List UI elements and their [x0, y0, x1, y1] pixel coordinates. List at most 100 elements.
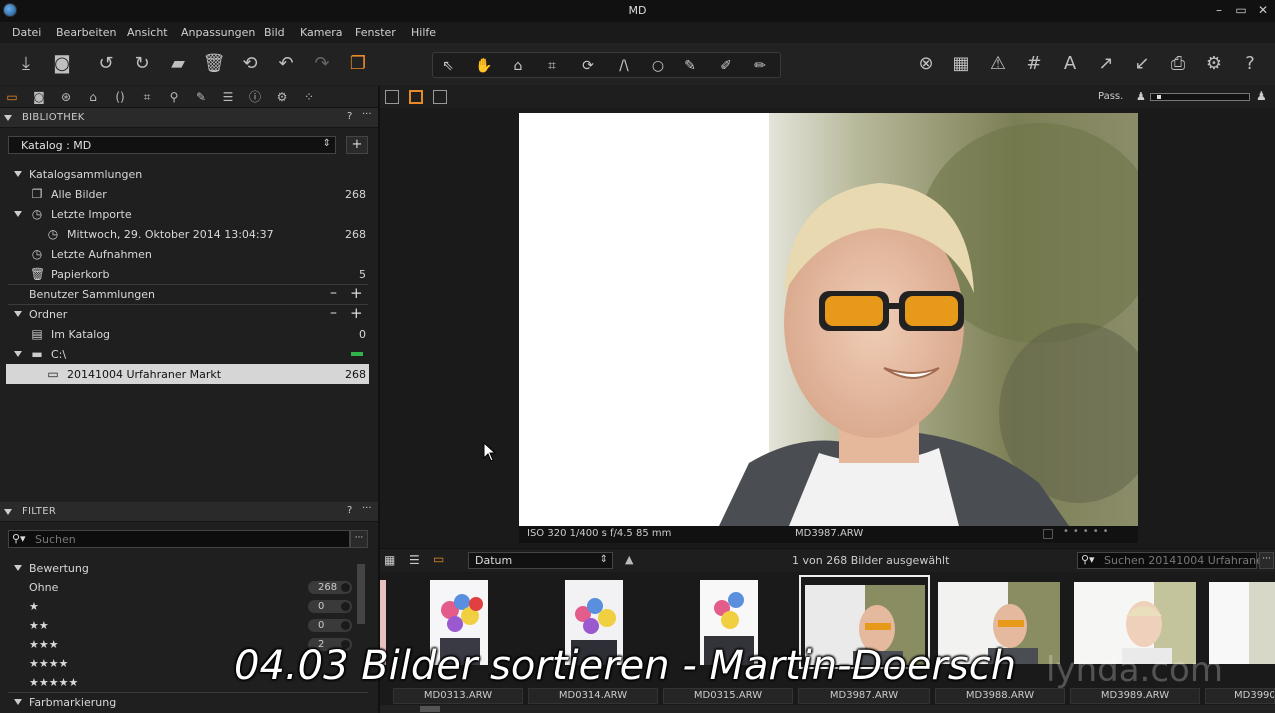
brush-icon[interactable]: ✎: [679, 56, 701, 76]
recent-captures-item[interactable]: ◷ Letzte Aufnahmen: [0, 244, 378, 264]
help-icon[interactable]: ?: [347, 505, 352, 516]
redo-icon[interactable]: ↷: [310, 52, 334, 76]
grid-icon[interactable]: #: [1022, 52, 1046, 76]
output-tab-icon[interactable]: ☰: [220, 89, 236, 105]
browser-search-input[interactable]: ⚲▾ Suchen 20141004 Urfahrane: [1077, 552, 1263, 569]
lens-tab-icon[interactable]: (): [112, 89, 128, 105]
spot-icon[interactable]: ○: [647, 56, 669, 76]
user-collections-group[interactable]: Benutzer Sammlungen – +: [0, 284, 378, 304]
import-icon[interactable]: ⤓: [14, 52, 38, 76]
trash-icon[interactable]: 🗑: [202, 52, 226, 76]
catalog-select[interactable]: Katalog : MD ⇕: [8, 136, 336, 154]
exposure-warning-icon[interactable]: ⚠: [986, 52, 1010, 76]
menu-hilfe[interactable]: Hilfe: [411, 26, 436, 39]
exposure-tab-icon[interactable]: ⌂: [85, 89, 101, 105]
menu-ansicht[interactable]: Ansicht: [127, 26, 168, 39]
filter-search-input[interactable]: ⚲▾ Suchen: [8, 530, 350, 548]
remove-folder-button[interactable]: –: [330, 305, 337, 321]
rating-row[interactable]: Ohne 268: [0, 577, 378, 597]
filter-header[interactable]: FILTER ? ···: [0, 502, 378, 522]
composition-tab-icon[interactable]: ⌗: [139, 89, 155, 105]
annotate-icon[interactable]: ✏: [749, 56, 771, 76]
menu-kamera[interactable]: Kamera: [300, 26, 343, 39]
color-tag-group[interactable]: Farbmarkierung: [0, 692, 378, 712]
picker-icon[interactable]: ✐: [715, 56, 737, 76]
drive-c-item[interactable]: ▬ C:\: [0, 344, 378, 364]
export-icon[interactable]: ↗: [1094, 52, 1118, 76]
color-tab-icon[interactable]: ⊛: [58, 89, 74, 105]
rating-dots[interactable]: •••••: [1063, 526, 1113, 537]
grid-overlay-icon[interactable]: ▦: [949, 52, 973, 76]
metadata-tab-icon[interactable]: ⓘ: [247, 89, 263, 105]
settings-tab-icon[interactable]: ⚙: [274, 89, 290, 105]
select-cursor-icon[interactable]: ⇖: [437, 56, 459, 76]
list-view-icon[interactable]: ☰: [409, 553, 420, 567]
rating-group[interactable]: Bewertung: [0, 558, 378, 578]
reset-icon[interactable]: ⟲: [238, 52, 262, 76]
in-catalog-item[interactable]: ▤ Im Katalog 0: [0, 324, 378, 344]
library-tab-icon[interactable]: ▭: [4, 89, 20, 105]
hand-icon[interactable]: ✋: [473, 56, 495, 76]
browser-scrollbar[interactable]: [380, 705, 1275, 713]
settings-icon[interactable]: ⚙: [1202, 52, 1226, 76]
rating-row[interactable]: ★ 0: [0, 596, 378, 616]
filmstrip-view-icon[interactable]: ▭: [433, 552, 444, 566]
recent-imports-item[interactable]: ◷ Letzte Importe: [0, 204, 378, 224]
menu-bild[interactable]: Bild: [264, 26, 285, 39]
local-adjust-tab-icon[interactable]: ✎: [193, 89, 209, 105]
undo-icon[interactable]: ↶: [274, 52, 298, 76]
grid-view-icon[interactable]: ▦: [384, 553, 395, 567]
more-icon[interactable]: ···: [362, 503, 372, 514]
add-collection-button[interactable]: +: [350, 284, 363, 302]
details-tab-icon[interactable]: ⚲: [166, 89, 182, 105]
single-view-icon[interactable]: [409, 90, 423, 104]
proof-icon[interactable]: ⊗: [914, 52, 938, 76]
slider-handle[interactable]: [1157, 95, 1161, 99]
batch-tab-icon[interactable]: ⁘: [301, 89, 317, 105]
fit-view-icon[interactable]: [433, 90, 447, 104]
trash-item[interactable]: 🗑 Papierkorb 5: [0, 264, 378, 284]
color-tag-box[interactable]: [1043, 529, 1053, 539]
rotate-tool-icon[interactable]: ⟳: [577, 56, 599, 76]
print-icon[interactable]: ⎙: [1166, 52, 1190, 76]
variants-icon[interactable]: ❐: [346, 52, 370, 76]
menu-anpassungen[interactable]: Anpassungen: [181, 26, 255, 39]
crop-icon[interactable]: ⌗: [541, 56, 563, 76]
rating-row[interactable]: ★★ 0: [0, 615, 378, 635]
close-icon[interactable]: ✕: [1252, 2, 1274, 18]
loupe-icon[interactable]: ⌂: [507, 56, 529, 76]
menu-datei[interactable]: Datei: [12, 26, 41, 39]
remove-collection-button[interactable]: –: [330, 285, 337, 301]
help-icon[interactable]: ?: [1238, 52, 1262, 76]
move-to-folder-icon[interactable]: ▰: [166, 52, 190, 76]
main-photo[interactable]: [519, 113, 1138, 526]
scrollbar-thumb[interactable]: [420, 706, 440, 712]
katalogsammlungen-group[interactable]: Katalogsammlungen: [0, 164, 378, 184]
menu-bearbeiten[interactable]: Bearbeiten: [56, 26, 116, 39]
sort-direction-icon[interactable]: ▲: [625, 553, 633, 566]
minimize-icon[interactable]: –: [1208, 2, 1230, 18]
camera-icon[interactable]: ◙: [50, 52, 74, 76]
search-options-button[interactable]: ···: [1259, 552, 1274, 569]
search-options-button[interactable]: ···: [350, 530, 368, 548]
keystone-icon[interactable]: /\: [613, 56, 635, 76]
rotate-left-icon[interactable]: ↺: [94, 52, 118, 76]
more-icon[interactable]: ···: [362, 109, 372, 120]
capture-tab-icon[interactable]: ◙: [31, 89, 47, 105]
filter-scrollbar[interactable]: [357, 564, 365, 624]
menu-fenster[interactable]: Fenster: [355, 26, 396, 39]
add-folder-button[interactable]: +: [350, 304, 363, 322]
folder-item-selected[interactable]: ▭ 20141004 Urfahraner Markt 268: [6, 364, 369, 384]
rotate-right-icon[interactable]: ↻: [130, 52, 154, 76]
folders-group[interactable]: Ordner – +: [0, 304, 378, 324]
library-header[interactable]: BIBLIOTHEK ? ···: [0, 108, 378, 128]
size-slider[interactable]: [1150, 93, 1250, 101]
maximize-icon[interactable]: ▭: [1230, 2, 1252, 18]
help-icon[interactable]: ?: [347, 111, 352, 122]
import-session-item[interactable]: ◷ Mittwoch, 29. Oktober 2014 13:04:37 26…: [0, 224, 378, 244]
text-overlay-icon[interactable]: A: [1058, 52, 1082, 76]
import-arrow-icon[interactable]: ↙: [1130, 52, 1154, 76]
sort-select[interactable]: Datum ⇕: [468, 552, 613, 569]
all-images-item[interactable]: ❐ Alle Bilder 268: [0, 184, 378, 204]
multi-view-icon[interactable]: [385, 90, 399, 104]
